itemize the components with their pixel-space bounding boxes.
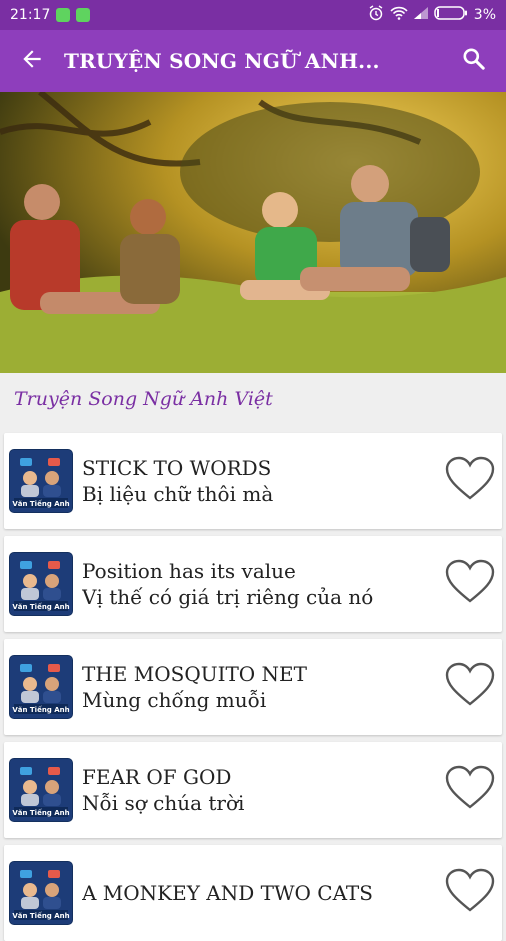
- search-icon: [461, 46, 487, 76]
- heart-icon: [445, 456, 495, 506]
- story-title-vi: Mùng chống muỗi: [82, 688, 267, 712]
- heart-icon: [445, 868, 495, 918]
- story-title-vi: Bị liệu chữ thôi mà: [82, 482, 274, 506]
- heart-icon: [445, 559, 495, 609]
- story-title-en: A MONKEY AND TWO CATS: [82, 881, 373, 905]
- thumbnail-label: Văn Tiếng Anh: [12, 808, 69, 817]
- heart-icon: [445, 765, 495, 815]
- list-item[interactable]: Văn Tiếng Anh A MONKEY AND TWO CATS: [4, 845, 502, 941]
- favorite-button[interactable]: [442, 659, 498, 715]
- status-bar: 21:17 3%: [0, 0, 506, 30]
- thumbnail-label: Văn Tiếng Anh: [12, 602, 69, 611]
- thumbnail-label: Văn Tiếng Anh: [12, 705, 69, 714]
- favorite-button[interactable]: [442, 453, 498, 509]
- story-text: STICK TO WORDS Bị liệu chữ thôi mà: [82, 455, 442, 507]
- story-title-en: STICK TO WORDS: [82, 456, 272, 480]
- favorite-button[interactable]: [442, 556, 498, 612]
- story-thumbnail: Văn Tiếng Anh: [9, 861, 73, 925]
- story-text: FEAR OF GOD Nỗi sợ chúa trời: [82, 764, 442, 816]
- list-item[interactable]: Văn Tiếng Anh STICK TO WORDS Bị liệu chữ…: [4, 433, 502, 529]
- arrow-left-icon: [19, 46, 45, 76]
- favorite-button[interactable]: [442, 865, 498, 921]
- section-title: Truyện Song Ngữ Anh Việt: [14, 388, 273, 410]
- wifi-icon: [390, 6, 408, 24]
- story-text: A MONKEY AND TWO CATS: [82, 880, 442, 906]
- story-title-en: THE MOSQUITO NET: [82, 662, 307, 686]
- heart-icon: [445, 662, 495, 712]
- story-thumbnail: Văn Tiếng Anh: [9, 552, 73, 616]
- thumbnail-label: Văn Tiếng Anh: [12, 911, 69, 920]
- thumbnail-label: Văn Tiếng Anh: [12, 499, 69, 508]
- story-title-en: FEAR OF GOD: [82, 765, 232, 789]
- battery-percent: 3%: [473, 7, 496, 23]
- page-title: TRUYỆN SONG NGỮ ANH...: [64, 49, 380, 73]
- battery-icon: [434, 6, 468, 24]
- back-button[interactable]: [0, 30, 64, 92]
- status-time: 21:17: [10, 7, 51, 23]
- notification-app-icon: [56, 8, 71, 22]
- story-title-vi: Nỗi sợ chúa trời: [82, 791, 245, 815]
- status-left: 21:17: [10, 7, 91, 23]
- story-text: THE MOSQUITO NET Mùng chống muỗi: [82, 661, 442, 713]
- list-item[interactable]: Văn Tiếng Anh Position has its value Vị …: [4, 536, 502, 632]
- notification-app-icon: [76, 8, 91, 22]
- hero-image: [0, 92, 506, 373]
- search-button[interactable]: [442, 30, 506, 92]
- story-title-vi: Vị thế có giá trị riêng của nó: [82, 585, 374, 609]
- app-bar: TRUYỆN SONG NGỮ ANH...: [0, 30, 506, 92]
- story-text: Position has its value Vị thế có giá trị…: [82, 558, 442, 610]
- story-thumbnail: Văn Tiếng Anh: [9, 449, 73, 513]
- signal-icon: [413, 7, 428, 23]
- story-thumbnail: Văn Tiếng Anh: [9, 758, 73, 822]
- story-thumbnail: Văn Tiếng Anh: [9, 655, 73, 719]
- favorite-button[interactable]: [442, 762, 498, 818]
- list-item[interactable]: Văn Tiếng Anh FEAR OF GOD Nỗi sợ chúa tr…: [4, 742, 502, 838]
- story-title-en: Position has its value: [82, 559, 296, 583]
- alarm-icon: [368, 5, 384, 25]
- list-item[interactable]: Văn Tiếng Anh THE MOSQUITO NET Mùng chốn…: [4, 639, 502, 735]
- status-right: 3%: [368, 5, 496, 25]
